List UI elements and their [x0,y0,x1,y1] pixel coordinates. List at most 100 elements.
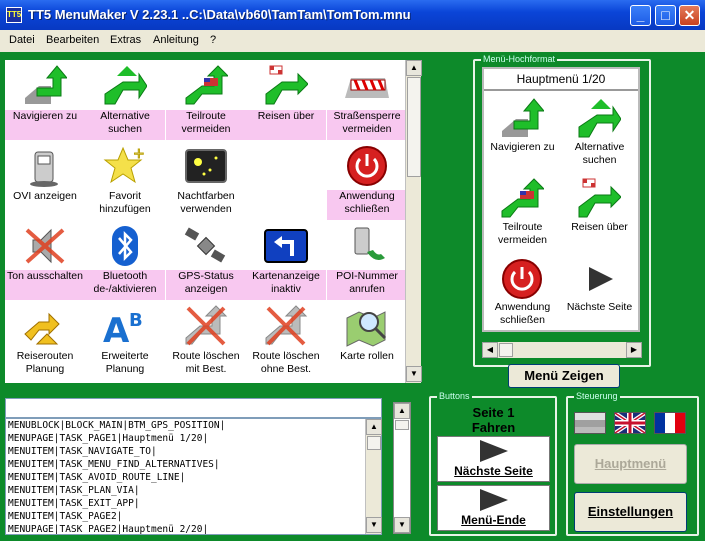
alternative-route-icon [103,64,148,108]
code-scroll-thumb[interactable] [367,436,381,450]
scroll-up-button[interactable]: ▲ [406,60,422,76]
source-line[interactable]: MENUPAGE|TASK_PAGE1|Hauptmenü 1/20| [6,432,381,445]
next-page-button[interactable]: Nächste Seite [437,436,550,482]
menu-bar: Datei Bearbeiten Extras Anleitung ? [0,30,705,52]
grid-item[interactable]: Bluetooth de-/aktivieren [85,222,165,302]
play-arrow-icon [479,440,508,462]
menu-end-button[interactable]: Menü-Ende [437,485,550,531]
source-line[interactable]: MENUITEM|TASK_MENU_FIND_ALTERNATIVES| [6,458,381,471]
menu-extras[interactable]: Extras [110,34,141,46]
source-line[interactable]: MENUITEM|TASK_NAVIGATE_TO| [6,445,381,458]
svg-text:A: A [103,311,130,348]
preview-item[interactable]: Alternative suchen [561,93,638,173]
grid-item[interactable]: Reiserouten Planung [5,302,85,382]
source-line[interactable]: MENUITEM|TASK_PLAN_VIA| [6,484,381,497]
main-menu-button[interactable]: Hauptmenü [574,444,687,484]
menu-help[interactable]: ? [210,34,216,46]
menu-bearbeiten[interactable]: Bearbeiten [46,34,99,46]
slider-up[interactable]: ▲ [394,403,410,419]
source-line[interactable]: MENUITEM|TASK_AVOID_ROUTE_LINE| [6,471,381,484]
grid-item[interactable]: Reisen über [246,62,326,142]
navigate-arrow-icon [500,97,546,141]
power-icon [345,144,389,188]
line-input[interactable] [5,398,382,418]
grey-flag-icon[interactable] [574,412,606,434]
preview-item[interactable]: Navigieren zu [484,93,561,173]
preview-hscrollbar[interactable]: ◀ ▶ [482,342,642,358]
grid-item-label: Alternative suchen [85,110,165,140]
avoid-part-route-icon [500,177,546,221]
source-line[interactable]: MENUITEM|TASK_EXIT_APP| [6,497,381,510]
grid-scrollbar[interactable]: ▲ ▼ [405,60,422,383]
grid-item-label: Favorit hinzufügen [99,190,151,215]
item-slider[interactable]: ▲ ▼ [393,402,411,534]
scroll-thumb[interactable] [407,77,421,177]
grid-item[interactable]: A B Erweiterte Planung [85,302,165,382]
slider-thumb[interactable] [395,420,409,430]
code-scrollbar[interactable]: ▲ ▼ [365,419,382,534]
preview-item[interactable]: Nächste Seite [561,253,638,333]
grid-item-label [246,190,326,220]
next-page-arrow-icon [577,257,621,301]
menu-end-label: Menü-Ende [461,513,526,527]
preview-item[interactable]: Reisen über [561,173,638,253]
page-name: Fahren [471,420,516,435]
grid-item-label: Anwendung schließen [327,190,407,220]
source-line[interactable]: MENUITEM|TASK_PAGE2| [6,510,381,523]
settings-button[interactable]: Einstellungen [574,492,687,532]
minimize-button[interactable]: _ [630,5,651,26]
poi-pump-icon [23,144,67,188]
maximize-button[interactable]: □ [655,5,676,26]
code-scroll-down[interactable]: ▼ [366,517,382,533]
next-page-label: Nächste Seite [454,464,533,478]
french-flag-icon[interactable] [654,412,686,434]
grid-item[interactable]: Straßensperre vermeiden [327,62,407,142]
grid-item[interactable]: Route löschen ohne Best. [246,302,326,382]
grid-item[interactable]: Nachtfarben verwenden [166,142,246,222]
menu-datei[interactable]: Datei [9,34,35,46]
code-scroll-up[interactable]: ▲ [366,419,382,435]
preview-item[interactable]: Anwendung schließen [484,253,561,333]
grid-item[interactable]: Navigieren zu [5,62,85,142]
menu-item-grid: Navigieren zu Alternative suchen Teilroute… [5,60,407,383]
uk-flag-icon[interactable] [614,412,646,434]
app-icon[interactable]: TT5 [6,7,22,23]
preview-item[interactable]: Teilroute vermeiden [484,173,561,253]
menu-anleitung[interactable]: Anleitung [153,34,199,46]
advanced-planning-icon: AB [103,304,147,351]
grid-item[interactable]: Anwendung schließen [327,142,407,222]
grid-item[interactable]: + Favorit hinzufügen [85,142,165,222]
grid-item[interactable]: OVI anzeigen [5,142,85,222]
source-line[interactable]: MENUBLOCK|BLOCK_MAIN|BTM_GPS_POSITION| [6,419,381,432]
scroll-left-button[interactable]: ◀ [482,342,498,358]
scroll-right-button[interactable]: ▶ [626,342,642,358]
grid-item[interactable]: Alternative suchen [85,62,165,142]
grid-item[interactable]: POI-Nummer anrufen [327,222,407,302]
hscroll-thumb[interactable] [499,343,513,357]
page-info: Seite 1 Fahren [437,405,550,435]
grid-item-label: Reisen über [246,110,326,140]
grid-item[interactable]: Karte rollen [327,302,407,382]
night-colors-icon [184,144,228,188]
grid-item[interactable]: Kartenanzeige inaktiv [246,222,326,302]
grid-item[interactable]: Route löschen mit Best. [166,302,246,382]
grid-item-label: Reiserouten Planung [16,350,74,375]
menu-preview: Hauptmenü 1/20 Navigieren zu Alternative … [482,67,640,332]
preview-title: Hauptmenü 1/20 [484,69,638,91]
grid-item[interactable]: Ton ausschalten [5,222,85,302]
grid-item[interactable]: Teilroute vermeiden [166,62,246,142]
route-planning-icon [23,304,67,348]
page-number: Seite 1 [472,405,515,420]
source-line[interactable]: MENUPAGE|TASK_PAGE2|Hauptmenü 2/20| [6,523,381,534]
slider-down[interactable]: ▼ [394,517,410,533]
add-favorite-star-icon: + [103,144,147,188]
grid-item[interactable]: GPS-Status anzeigen [166,222,246,302]
menu-source-list[interactable]: MENUBLOCK|BLOCK_MAIN|BTM_GPS_POSITION| ME… [5,418,382,535]
power-icon [500,257,544,301]
close-button[interactable]: ✕ [679,5,700,26]
grid-item[interactable] [246,142,326,222]
scroll-down-button[interactable]: ▼ [406,366,422,382]
grid-item-label: Navigieren zu [5,110,85,140]
show-menu-button[interactable]: Menü Zeigen [508,364,620,388]
map-magnifier-icon [345,304,389,348]
